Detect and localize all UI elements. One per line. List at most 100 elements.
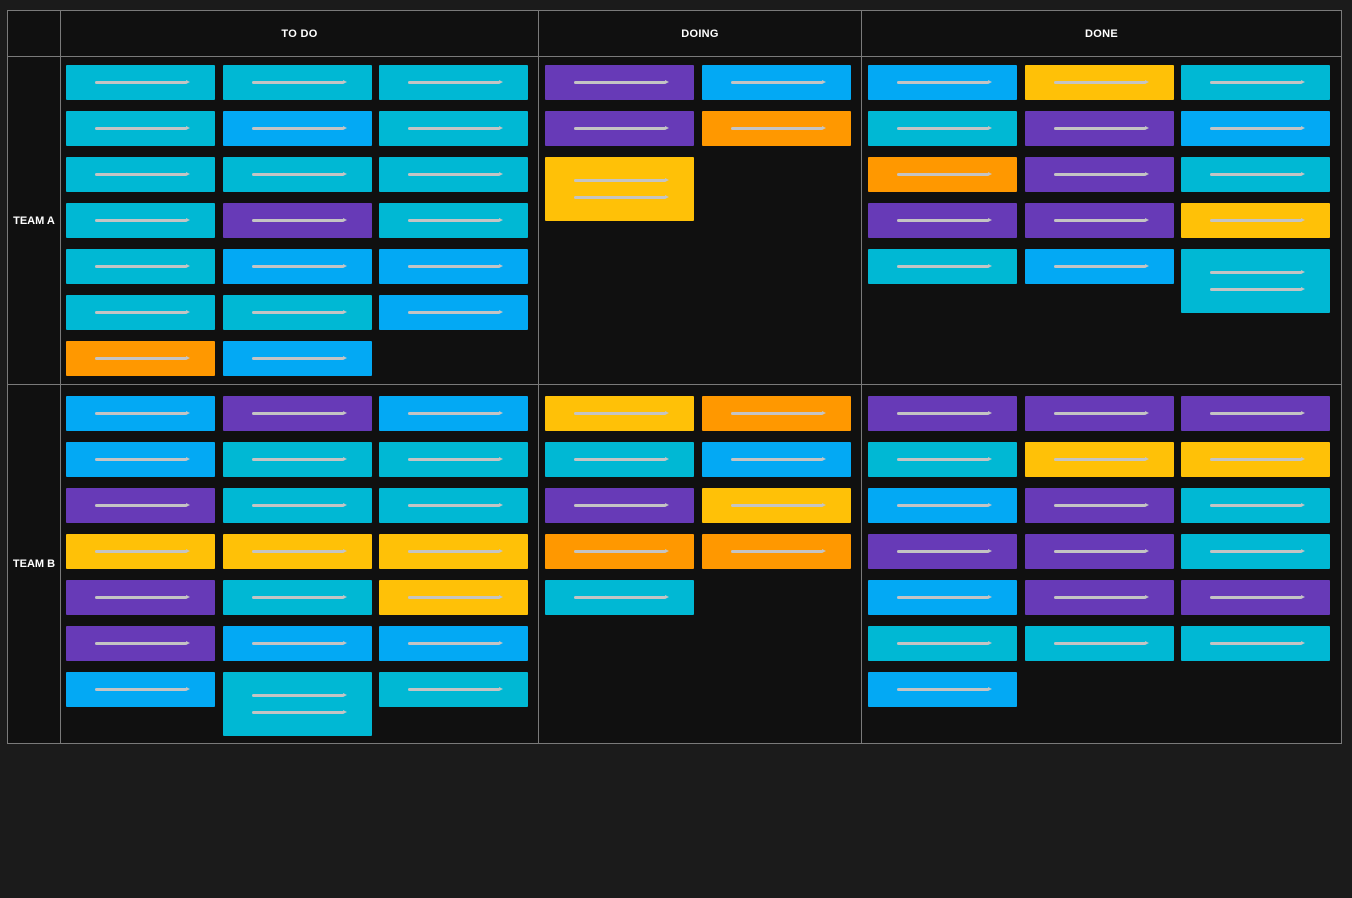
sticky-note-card[interactable]: [66, 580, 215, 615]
sticky-note-card[interactable]: [379, 157, 528, 192]
sticky-note-card[interactable]: [1025, 534, 1174, 569]
sticky-note-card[interactable]: [379, 534, 528, 569]
sticky-note-card[interactable]: [66, 488, 215, 523]
sticky-note-card[interactable]: [1181, 65, 1330, 100]
sticky-note-card[interactable]: [702, 111, 851, 146]
sticky-note-card[interactable]: [545, 534, 694, 569]
sticky-note-card[interactable]: [223, 442, 372, 477]
sticky-note-card[interactable]: [379, 488, 528, 523]
sticky-note-card[interactable]: [223, 157, 372, 192]
sticky-note-card[interactable]: [1025, 65, 1174, 100]
sticky-note-card[interactable]: [379, 580, 528, 615]
sticky-note-card[interactable]: [379, 65, 528, 100]
sticky-note-card[interactable]: [702, 396, 851, 431]
sticky-note-card[interactable]: [1025, 396, 1174, 431]
sticky-note-card[interactable]: [545, 580, 694, 615]
sticky-note-card[interactable]: [379, 203, 528, 238]
sticky-note-card[interactable]: [1181, 157, 1330, 192]
sticky-note-card[interactable]: [868, 249, 1017, 284]
card-text-placeholder: [1053, 549, 1149, 553]
sticky-note-card[interactable]: [223, 249, 372, 284]
card-text-placeholder: [251, 595, 347, 599]
sticky-note-card[interactable]: [868, 534, 1017, 569]
card-text-placeholder: [1053, 264, 1149, 268]
sticky-note-card[interactable]: [66, 626, 215, 661]
sticky-note-card[interactable]: [868, 442, 1017, 477]
sticky-note-card[interactable]: [1181, 488, 1330, 523]
sticky-note-card[interactable]: [868, 488, 1017, 523]
sticky-note-card[interactable]: [1025, 580, 1174, 615]
sticky-note-card[interactable]: [66, 249, 215, 284]
sticky-note-card[interactable]: [545, 488, 694, 523]
sticky-note-card[interactable]: [702, 488, 851, 523]
card-text-placeholder: [896, 80, 992, 84]
sticky-note-card[interactable]: [702, 442, 851, 477]
sticky-note-card[interactable]: [868, 396, 1017, 431]
sticky-note-card[interactable]: [868, 626, 1017, 661]
sticky-note-card[interactable]: [545, 396, 694, 431]
sticky-note-card[interactable]: [868, 672, 1017, 707]
card-text-placeholder: [251, 126, 347, 130]
sticky-note-card[interactable]: [223, 672, 372, 736]
card-text-placeholder: [573, 549, 669, 553]
sticky-note-card[interactable]: [379, 111, 528, 146]
sticky-note-card[interactable]: [545, 442, 694, 477]
sticky-note-card[interactable]: [1181, 534, 1330, 569]
sticky-note-card[interactable]: [702, 65, 851, 100]
sticky-note-card[interactable]: [1025, 442, 1174, 477]
sticky-note-card[interactable]: [223, 295, 372, 330]
sticky-note-card[interactable]: [66, 672, 215, 707]
sticky-note-card[interactable]: [545, 111, 694, 146]
sticky-note-card[interactable]: [379, 396, 528, 431]
sticky-note-card[interactable]: [223, 111, 372, 146]
sticky-note-card[interactable]: [66, 65, 215, 100]
sticky-note-card[interactable]: [66, 157, 215, 192]
sticky-note-card[interactable]: [379, 442, 528, 477]
sticky-note-card[interactable]: [66, 341, 215, 376]
sticky-note-card[interactable]: [223, 396, 372, 431]
sticky-note-card[interactable]: [379, 295, 528, 330]
sticky-note-card[interactable]: [545, 65, 694, 100]
sticky-note-card[interactable]: [223, 341, 372, 376]
sticky-note-card[interactable]: [702, 534, 851, 569]
sticky-note-card[interactable]: [223, 65, 372, 100]
sticky-note-card[interactable]: [1025, 488, 1174, 523]
sticky-note-card[interactable]: [545, 157, 694, 221]
sticky-note-card[interactable]: [66, 203, 215, 238]
sticky-note-card[interactable]: [1025, 111, 1174, 146]
sticky-note-card[interactable]: [1181, 249, 1330, 313]
sticky-note-card[interactable]: [223, 534, 372, 569]
sticky-note-card[interactable]: [223, 488, 372, 523]
sticky-note-card[interactable]: [868, 203, 1017, 238]
sticky-note-card[interactable]: [868, 580, 1017, 615]
sticky-note-card[interactable]: [1181, 396, 1330, 431]
sticky-note-card[interactable]: [1181, 111, 1330, 146]
sticky-note-card[interactable]: [66, 111, 215, 146]
card-text-placeholder: [407, 126, 503, 130]
sticky-note-card[interactable]: [223, 203, 372, 238]
sticky-note-card[interactable]: [868, 65, 1017, 100]
sticky-note-card[interactable]: [1025, 626, 1174, 661]
sticky-note-card[interactable]: [1181, 203, 1330, 238]
column-header-doing: DOING: [681, 27, 719, 40]
sticky-note-card[interactable]: [1181, 580, 1330, 615]
sticky-note-card[interactable]: [1025, 249, 1174, 284]
card-text-placeholder: [573, 178, 669, 182]
sticky-note-card[interactable]: [66, 442, 215, 477]
sticky-note-card[interactable]: [1025, 157, 1174, 192]
sticky-note-card[interactable]: [223, 626, 372, 661]
sticky-note-card[interactable]: [379, 626, 528, 661]
sticky-note-card[interactable]: [1181, 442, 1330, 477]
sticky-note-card[interactable]: [66, 295, 215, 330]
sticky-note-card[interactable]: [1181, 626, 1330, 661]
card-text-placeholder: [1209, 270, 1305, 274]
sticky-note-card[interactable]: [868, 111, 1017, 146]
card-text-placeholder: [730, 80, 826, 84]
sticky-note-card[interactable]: [379, 249, 528, 284]
sticky-note-card[interactable]: [66, 396, 215, 431]
sticky-note-card[interactable]: [66, 534, 215, 569]
sticky-note-card[interactable]: [868, 157, 1017, 192]
sticky-note-card[interactable]: [223, 580, 372, 615]
sticky-note-card[interactable]: [379, 672, 528, 707]
sticky-note-card[interactable]: [1025, 203, 1174, 238]
